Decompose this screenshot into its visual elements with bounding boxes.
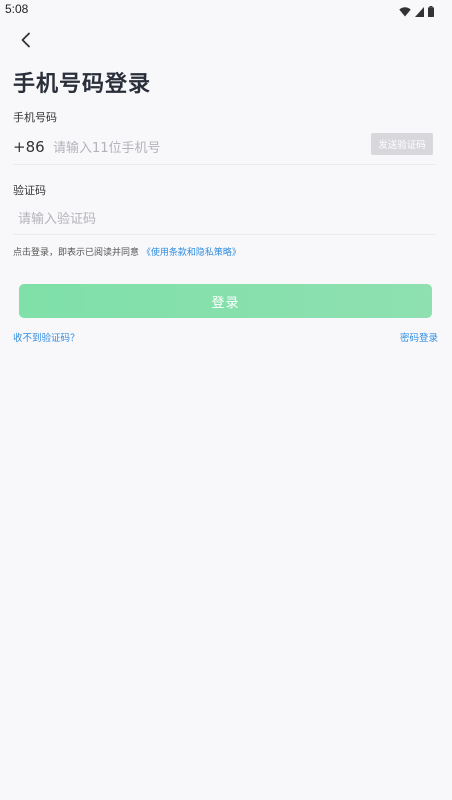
status-bar: 5:08 <box>0 0 452 18</box>
chevron-left-icon <box>19 32 33 52</box>
phone-label: 手机号码 <box>13 111 57 124</box>
send-code-button[interactable]: 发送验证码 <box>371 133 433 155</box>
status-icons <box>399 2 434 21</box>
code-input[interactable] <box>16 205 420 233</box>
no-code-link[interactable]: 收不到验证码？ <box>13 330 80 344</box>
phone-input[interactable] <box>51 134 355 162</box>
code-label: 验证码 <box>13 184 46 197</box>
battery-icon <box>428 2 434 21</box>
agreement-prefix: 点击登录，即表示已阅读并同意 <box>13 248 140 258</box>
wifi-icon <box>399 2 411 21</box>
code-row <box>13 202 436 235</box>
signal-icon <box>415 2 424 21</box>
login-screen: 5:08 手机号码登录 手机号码 +86 请输入11位手机号 发送验证码 验证码… <box>0 0 452 800</box>
status-time: 5:08 <box>5 2 29 16</box>
page-title: 手机号码登录 <box>13 72 152 97</box>
phone-row: +86 发送验证码 <box>13 130 436 165</box>
back-button[interactable] <box>14 30 38 54</box>
password-login-link[interactable]: 密码登录 <box>400 330 438 344</box>
agreement-text: 点击登录，即表示已阅读并同意 《使用条款和隐私策略》 <box>13 245 241 258</box>
login-button[interactable]: 登录 <box>19 284 432 318</box>
terms-privacy-link[interactable]: 《使用条款和隐私策略》 <box>142 248 241 258</box>
country-code[interactable]: +86 <box>13 138 45 156</box>
